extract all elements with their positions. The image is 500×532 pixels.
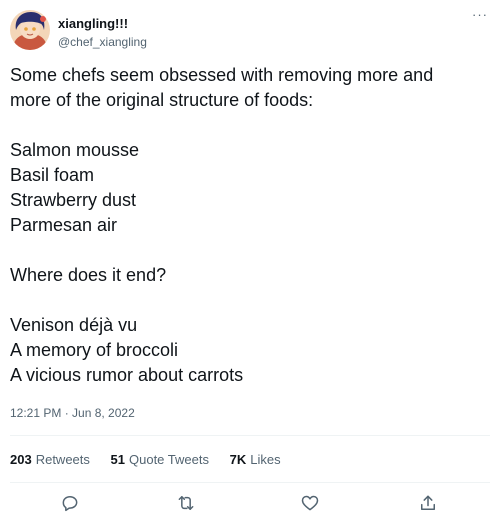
user-handle[interactable]: @chef_xiangling [58,35,147,49]
retweets-stat[interactable]: 203 Retweets [10,452,90,467]
tweet-line: Parmesan air [10,215,118,235]
avatar-image [10,10,50,50]
tweet-actions [0,488,500,518]
tweet-line: Where does it end? [10,265,167,285]
avatar[interactable] [10,10,50,50]
tweet-line: Some chefs seem obsessed with removing m… [10,65,434,85]
tweet-line: more of the original structure of foods: [10,90,314,110]
more-options-icon[interactable]: ··· [470,8,490,26]
quote-tweets-stat[interactable]: 51 Quote Tweets [111,452,209,467]
tweet-line: Basil foam [10,165,95,185]
tweet-stats: 203 Retweets 51 Quote Tweets 7K Likes [10,452,298,467]
likes-count: 7K [229,452,247,467]
tweet-line: Strawberry dust [10,190,137,210]
tweet-line: Salmon mousse [10,140,140,160]
tweet-timestamp[interactable]: 12:21 PM · Jun 8, 2022 [10,406,135,420]
retweet-icon[interactable] [173,490,199,516]
tweet-header: xiangling!!! @chef_xiangling ··· [10,8,490,56]
quote-tweets-count: 51 [110,452,125,467]
likes-stat[interactable]: 7K Likes [230,452,281,467]
tweet-text: Some chefs seem obsessed with removing m… [10,63,490,388]
quote-tweets-label: Quote Tweets [129,452,209,467]
retweets-label: Retweets [35,452,90,467]
tweet-line: Venison déjà vu [10,315,138,335]
likes-label: Likes [250,452,281,467]
divider [10,482,490,483]
like-icon[interactable] [297,490,323,516]
tweet-line: A memory of broccoli [10,340,179,360]
divider [10,435,490,436]
retweets-count: 203 [10,452,32,467]
reply-icon[interactable] [57,490,83,516]
tweet-line: A vicious rumor about carrots [10,365,244,385]
share-icon[interactable] [415,490,441,516]
display-name[interactable]: xiangling!!! [58,16,128,31]
